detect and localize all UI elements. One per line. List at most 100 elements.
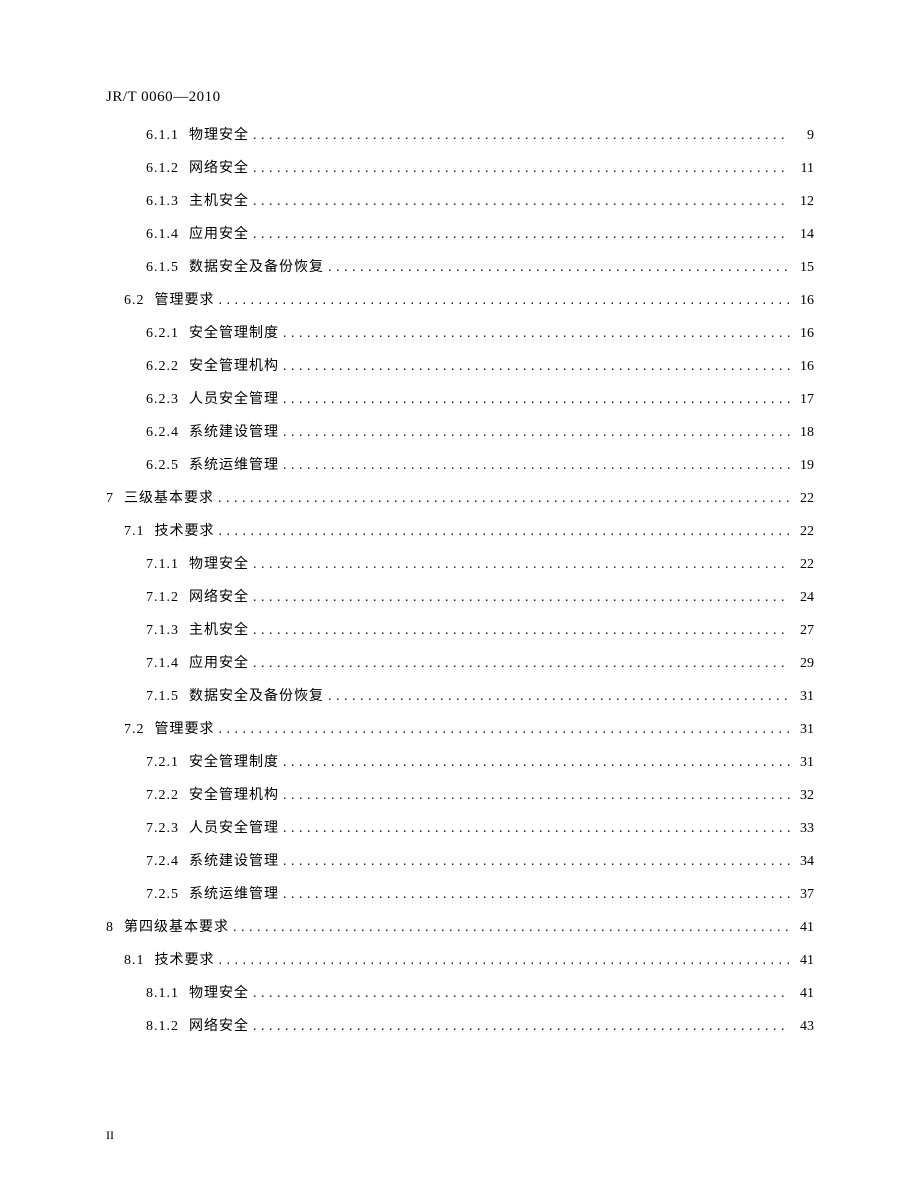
- toc-entry-page: 19: [794, 459, 814, 473]
- toc-entry-page: 31: [794, 723, 814, 737]
- toc-entry-number: 6.1.1: [146, 129, 179, 143]
- toc-entry-page: 15: [794, 261, 814, 275]
- toc-entry: 6.1.4应用安全14: [146, 228, 814, 242]
- toc-entry-number: 8.1.2: [146, 1020, 179, 1034]
- toc-leader-dots: [253, 129, 790, 143]
- toc-entry-title: 管理要求: [155, 294, 215, 308]
- toc-entry-page: 9: [794, 129, 814, 143]
- toc-entry-number: 8.1: [124, 954, 145, 968]
- toc-entry-title: 系统运维管理: [189, 888, 279, 902]
- toc-entry-number: 7.1.3: [146, 624, 179, 638]
- toc-leader-dots: [219, 525, 791, 539]
- toc-entry-number: 6.2.1: [146, 327, 179, 341]
- toc-entry-number: 7.2.2: [146, 789, 179, 803]
- toc-entry-number: 8: [106, 921, 114, 935]
- toc-leader-dots: [253, 624, 790, 638]
- toc-entry-number: 7.2: [124, 723, 145, 737]
- toc-entry-number: 7.2.3: [146, 822, 179, 836]
- toc-entry-page: 41: [794, 987, 814, 1001]
- toc-entry-title: 系统建设管理: [189, 426, 279, 440]
- toc-entry: 7.2 管理要求 31: [124, 723, 814, 737]
- toc-entry-page: 16: [794, 294, 814, 308]
- toc-entry-number: 6.1.3: [146, 195, 179, 209]
- toc-entry: 6.1.1 物理安全 9: [146, 129, 814, 143]
- toc-leader-dots: [253, 1020, 790, 1034]
- toc-entry: 7 三级基本要求 22: [106, 492, 814, 506]
- toc-entry-title: 安全管理制度: [189, 756, 279, 770]
- toc-entry-number: 8.1.1: [146, 987, 179, 1001]
- toc-entry-title: 数据安全及备份恢复: [189, 261, 324, 275]
- toc-entry: 7.2.4系统建设管理34: [146, 855, 814, 869]
- toc-entry-page: 22: [794, 558, 814, 572]
- toc-entry-title: 安全管理机构: [189, 789, 279, 803]
- toc-leader-dots: [253, 657, 790, 671]
- toc-leader-dots: [283, 822, 790, 836]
- toc-entry-page: 34: [794, 855, 814, 869]
- toc-leader-dots: [253, 591, 790, 605]
- toc-entry-page: 18: [794, 426, 814, 440]
- toc-leader-dots: [283, 459, 790, 473]
- toc-entry: 7.2.2 安全管理机构 32: [146, 789, 814, 803]
- toc-leader-dots: [253, 987, 790, 1001]
- toc-entry-page: 43: [794, 1020, 814, 1034]
- toc-entry-page: 32: [794, 789, 814, 803]
- toc-leader-dots: [253, 195, 790, 209]
- toc-entry-number: 7.2.1: [146, 756, 179, 770]
- toc-entry-title: 人员安全管理: [189, 393, 279, 407]
- toc-entry: 7.1技术要求22: [124, 525, 814, 539]
- toc-entry-title: 应用安全: [189, 657, 249, 671]
- toc-entry-number: 7.2.5: [146, 888, 179, 902]
- table-of-contents: 6.1.1物理安全96.1.2网络安全116.1.3主机安全126.1.4应用安…: [106, 129, 814, 1034]
- toc-entry-title: 管理要求: [155, 723, 215, 737]
- toc-leader-dots: [283, 327, 790, 341]
- toc-entry: 6.2.3 人员安全管理 17: [146, 393, 814, 407]
- toc-entry-title: 安全管理机构: [189, 360, 279, 374]
- toc-entry-page: 22: [794, 525, 814, 539]
- toc-entry-number: 7.1.1: [146, 558, 179, 572]
- toc-entry: 7.2.3 人员安全管理 33: [146, 822, 814, 836]
- toc-entry: 6.2.5系统运维管理19: [146, 459, 814, 473]
- toc-entry-title: 人员安全管理: [189, 822, 279, 836]
- toc-entry-page: 24: [794, 591, 814, 605]
- toc-entry-title: 三级基本要求: [124, 492, 214, 506]
- toc-entry-title: 应用安全: [189, 228, 249, 242]
- toc-leader-dots: [233, 921, 790, 935]
- toc-leader-dots: [219, 294, 791, 308]
- toc-entry-page: 22: [794, 492, 814, 506]
- page-number: II: [106, 1129, 114, 1141]
- toc-leader-dots: [219, 723, 791, 737]
- toc-entry-page: 33: [794, 822, 814, 836]
- toc-entry: 7.2.1 安全管理制度 31: [146, 756, 814, 770]
- toc-entry-page: 16: [794, 327, 814, 341]
- toc-leader-dots: [283, 426, 790, 440]
- toc-entry: 7.1.2网络安全24: [146, 591, 814, 605]
- toc-leader-dots: [283, 855, 790, 869]
- toc-entry: 6.2.4 系统建设管理 18: [146, 426, 814, 440]
- toc-leader-dots: [283, 360, 790, 374]
- toc-entry-title: 数据安全及备份恢复: [189, 690, 324, 704]
- toc-entry-number: 7.1.4: [146, 657, 179, 671]
- toc-entry-number: 6.1.4: [146, 228, 179, 242]
- toc-entry-number: 6.2.2: [146, 360, 179, 374]
- toc-entry-page: 31: [794, 690, 814, 704]
- toc-entry-page: 12: [794, 195, 814, 209]
- toc-leader-dots: [218, 492, 790, 506]
- toc-entry: 7.2.5 系统运维管理 37: [146, 888, 814, 902]
- toc-entry-number: 6.2.4: [146, 426, 179, 440]
- toc-entry-page: 31: [794, 756, 814, 770]
- toc-entry: 6.2.1安全管理制度16: [146, 327, 814, 341]
- toc-entry-number: 7.2.4: [146, 855, 179, 869]
- toc-entry-number: 7: [106, 492, 114, 506]
- toc-entry-page: 37: [794, 888, 814, 902]
- toc-entry-number: 6.2.3: [146, 393, 179, 407]
- toc-entry-title: 技术要求: [155, 525, 215, 539]
- toc-entry: 8第四级基本要求41: [106, 921, 814, 935]
- toc-entry-title: 第四级基本要求: [124, 921, 229, 935]
- toc-leader-dots: [328, 261, 790, 275]
- toc-entry-page: 27: [794, 624, 814, 638]
- toc-leader-dots: [283, 756, 790, 770]
- toc-entry-page: 17: [794, 393, 814, 407]
- toc-entry-number: 6.2.5: [146, 459, 179, 473]
- toc-entry-number: 7.1.5: [146, 690, 179, 704]
- toc-entry-title: 物理安全: [189, 129, 249, 143]
